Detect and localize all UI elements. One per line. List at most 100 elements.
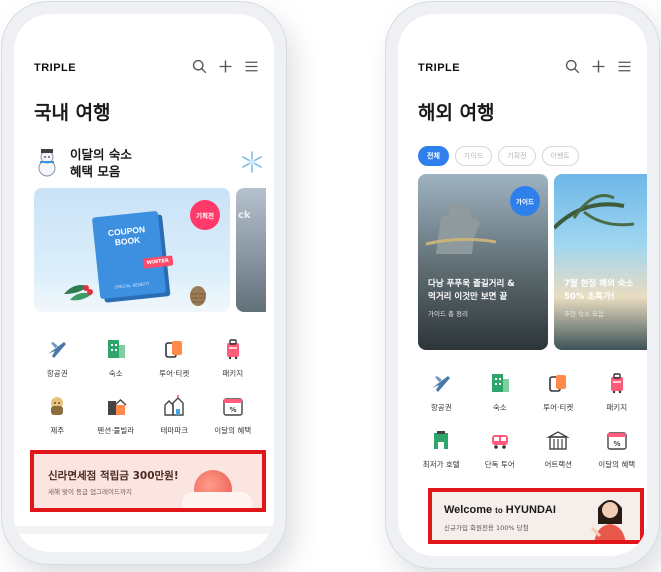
card-title-line-2: 먹거리 이것만 보면 끝	[428, 292, 508, 302]
category-item[interactable]: 최저가 호텔	[412, 427, 471, 470]
promo-line-2: 혜택 모음	[70, 164, 121, 179]
category-item[interactable]: 제주	[28, 393, 87, 436]
filter-chips: 전체 가이드 기획전 이벤트	[418, 146, 579, 166]
card-subtitle: 추천 숙소 모음	[564, 310, 605, 318]
category-item[interactable]: 숙소	[471, 370, 530, 413]
card-title-line-1: 7월 한정 해외 숙소	[564, 279, 634, 289]
july-hotel-deal-card[interactable]: 7월 한정 해외 숙소 50% 초특가! 추천 숙소 모음	[554, 174, 647, 350]
luggage-icon	[604, 370, 630, 396]
category-label: 최저가 호텔	[422, 460, 460, 469]
plus-icon[interactable]	[590, 58, 607, 75]
phone-frame-overseas: TRIPLE 해외 여행 전체 가이드 기획전 이벤트 가이드 다낭 푸푸욱 즐…	[386, 2, 659, 568]
model-illustration	[590, 500, 626, 540]
app-header: TRIPLE	[14, 58, 274, 82]
category-label: 항공권	[46, 369, 68, 378]
screen-overseas: TRIPLE 해외 여행 전체 가이드 기획전 이벤트 가이드 다낭 푸푸욱 즐…	[398, 14, 647, 556]
pinecone-icon	[190, 286, 206, 306]
brand-logo: TRIPLE	[34, 62, 77, 74]
banner-title-brand: HYUNDAI	[505, 504, 556, 516]
hotel-icon	[103, 336, 129, 362]
banner-subtitle: 새해 맞이 등급 업그레이드까지	[48, 488, 132, 496]
banner-title: Welcome to HYUNDAI	[444, 504, 556, 516]
category-item[interactable]: 항공권	[28, 336, 87, 379]
category-item[interactable]: 펜션·풀빌라	[87, 393, 146, 436]
category-item[interactable]: 패키지	[588, 370, 647, 413]
category-item[interactable]: 단독 투어	[471, 427, 530, 470]
category-item[interactable]: 이달의 혜택	[204, 393, 263, 436]
category-item[interactable]: 어트랙션	[529, 427, 588, 470]
category-item[interactable]: 투어·티켓	[529, 370, 588, 413]
guide-badge: 가이드	[510, 186, 540, 216]
book-title: COUPON BOOK	[107, 224, 146, 248]
category-label: 투어·티켓	[543, 403, 574, 412]
card-subtitle: 가이드 총 정리	[428, 310, 469, 318]
comparison-stage: TRIPLE 국내 여행 이달의 숙소 혜택 모음 기획전 COUPON BOO…	[0, 0, 661, 572]
category-label: 패키지	[222, 369, 244, 378]
category-item[interactable]: 테마파크	[145, 393, 204, 436]
search-icon[interactable]	[191, 58, 208, 75]
danang-guide-card[interactable]: 가이드 다낭 푸푸욱 즐길거리 & 먹거리 이것만 보면 끝 가이드 총 정리	[418, 174, 548, 350]
category-label: 이달의 혜택	[598, 460, 636, 469]
category-item[interactable]: 항공권	[412, 370, 471, 413]
category-label: 이달의 혜택	[214, 426, 252, 435]
book-tag: WINTER	[142, 255, 174, 269]
hyundai-welcome-banner[interactable]: Welcome to HYUNDAI 신규가입 회원전용 100% 당첨	[428, 488, 644, 544]
category-grid: 항공권 숙소 투어·티켓 패키지최저가 호텔 단독 투어 어트랙션 이달의 혜택	[412, 370, 646, 470]
snowflake-icon	[242, 151, 262, 173]
category-item[interactable]: 숙소	[87, 336, 146, 379]
calendar-discount-icon	[220, 393, 246, 419]
chip-exhibition[interactable]: 기획전	[498, 146, 536, 166]
menu-icon[interactable]	[616, 58, 633, 75]
banner-title: 신라면세점 적립금 300만원!	[48, 470, 179, 482]
category-label: 항공권	[430, 403, 452, 412]
card-title-line-2: 50% 초특가!	[564, 292, 615, 302]
category-label: 어트랙션	[544, 460, 573, 469]
category-label: 테마파크	[160, 426, 189, 435]
shilla-duty-free-banner[interactable]: 신라면세점 적립금 300만원! 새해 맞이 등급 업그레이드까지	[30, 450, 266, 512]
category-label: 단독 투어	[484, 460, 515, 469]
holly-icon	[64, 285, 93, 301]
category-grid: 항공권 숙소 투어·티켓 패키지제주 펜션·풀빌라 테마파크 이달의 혜택	[28, 336, 262, 436]
snowman-icon	[38, 149, 56, 177]
cloud-illustration	[182, 492, 252, 508]
luggage-icon	[220, 336, 246, 362]
search-icon[interactable]	[564, 58, 581, 75]
pension-icon	[103, 393, 129, 419]
airplane-icon	[428, 370, 454, 396]
app-header: TRIPLE	[398, 58, 647, 82]
category-label: 숙소	[108, 369, 123, 378]
chip-all[interactable]: 전체	[418, 146, 449, 166]
next-card-peek[interactable]: ck	[236, 188, 266, 312]
screen-domestic: TRIPLE 국내 여행 이달의 숙소 혜택 모음 기획전 COUPON BOO…	[14, 14, 274, 552]
calendar-discount-icon	[604, 427, 630, 453]
jeju-icon	[44, 393, 70, 419]
category-label: 패키지	[606, 403, 628, 412]
banner-subtitle: 신규가입 회원전용 100% 당첨	[444, 524, 529, 532]
chip-event[interactable]: 이벤트	[541, 146, 579, 166]
plus-icon[interactable]	[217, 58, 234, 75]
banner-title-to: to	[495, 506, 503, 515]
promo-line-1: 이달의 숙소	[70, 147, 132, 162]
airplane-icon	[44, 336, 70, 362]
category-label: 투어·티켓	[159, 369, 190, 378]
category-item[interactable]: 패키지	[204, 336, 263, 379]
lowest-hotel-icon	[428, 427, 454, 453]
monthly-stay-promo[interactable]: 이달의 숙소 혜택 모음	[34, 146, 264, 186]
section-divider	[14, 526, 274, 534]
private-tour-icon	[487, 427, 513, 453]
coupon-book-card[interactable]: 기획전 COUPON BOOK WINTER SPECIAL BENEFIT	[34, 188, 230, 312]
menu-icon[interactable]	[243, 58, 260, 75]
chip-guide[interactable]: 가이드	[454, 146, 493, 166]
brand-logo: TRIPLE	[418, 62, 461, 74]
themepark-icon	[161, 393, 187, 419]
golden-bridge-hands-illustration	[426, 200, 496, 254]
coupon-book-illustration: COUPON BOOK WINTER SPECIAL BENEFIT	[91, 210, 174, 300]
peek-card-text: ck	[238, 210, 251, 221]
category-item[interactable]: 이달의 혜택	[588, 427, 647, 470]
ticket-icon	[545, 370, 571, 396]
attraction-icon	[545, 427, 571, 453]
card-title-line-1: 다낭 푸푸욱 즐길거리 &	[428, 279, 515, 289]
category-item[interactable]: 투어·티켓	[145, 336, 204, 379]
page-title: 국내 여행	[34, 102, 111, 124]
banner-title-main: Welcome	[444, 504, 493, 516]
